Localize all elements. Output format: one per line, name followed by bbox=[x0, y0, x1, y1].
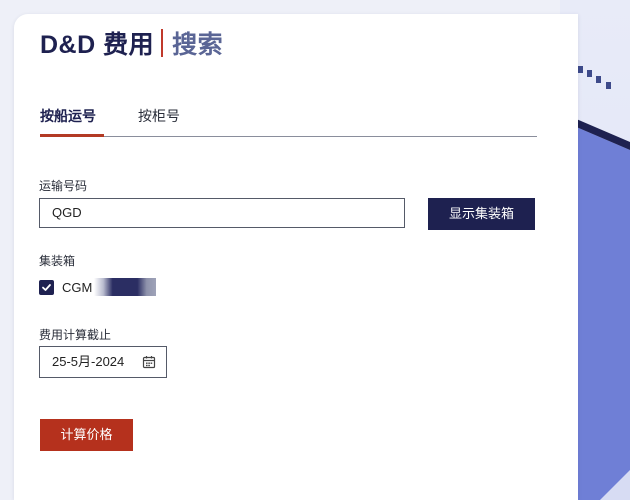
calendar-icon[interactable] bbox=[142, 355, 156, 369]
transport-number-value: QGD bbox=[52, 205, 82, 220]
container-number: CGM bbox=[62, 279, 93, 295]
container-option[interactable]: CGM bbox=[39, 277, 157, 297]
transport-number-label: 运输号码 bbox=[39, 179, 88, 193]
container-checkbox[interactable] bbox=[39, 279, 54, 295]
calculate-price-button[interactable]: 计算价格 bbox=[40, 419, 133, 451]
tab-by-container[interactable]: 按柜号 bbox=[138, 106, 180, 136]
container-label: 集装箱 bbox=[39, 254, 76, 268]
search-title: 搜索 bbox=[172, 31, 224, 59]
fee-cutoff-label: 费用计算截止 bbox=[39, 328, 112, 342]
page-title: D&D 费用 搜索 bbox=[40, 26, 223, 60]
transport-number-input[interactable]: QGD bbox=[39, 198, 405, 228]
fee-cutoff-date-input[interactable]: 25-5月-2024 bbox=[39, 346, 167, 378]
redaction-block bbox=[94, 278, 157, 296]
tab-by-voyage[interactable]: 按船运号 bbox=[40, 106, 104, 137]
search-card: D&D 费用 搜索 按船运号 按柜号 运输号码 QGD 显示集装箱 集装箱 CG… bbox=[14, 14, 578, 500]
show-containers-button[interactable]: 显示集装箱 bbox=[428, 198, 535, 230]
search-tabs: 按船运号 按柜号 bbox=[40, 106, 537, 137]
brand-title: D&D 费用 bbox=[40, 31, 155, 59]
fee-cutoff-date-value: 25-5月-2024 bbox=[52, 354, 125, 369]
redaction-overlay bbox=[108, 201, 248, 225]
checkmark-icon bbox=[42, 283, 51, 291]
title-divider bbox=[161, 29, 164, 57]
